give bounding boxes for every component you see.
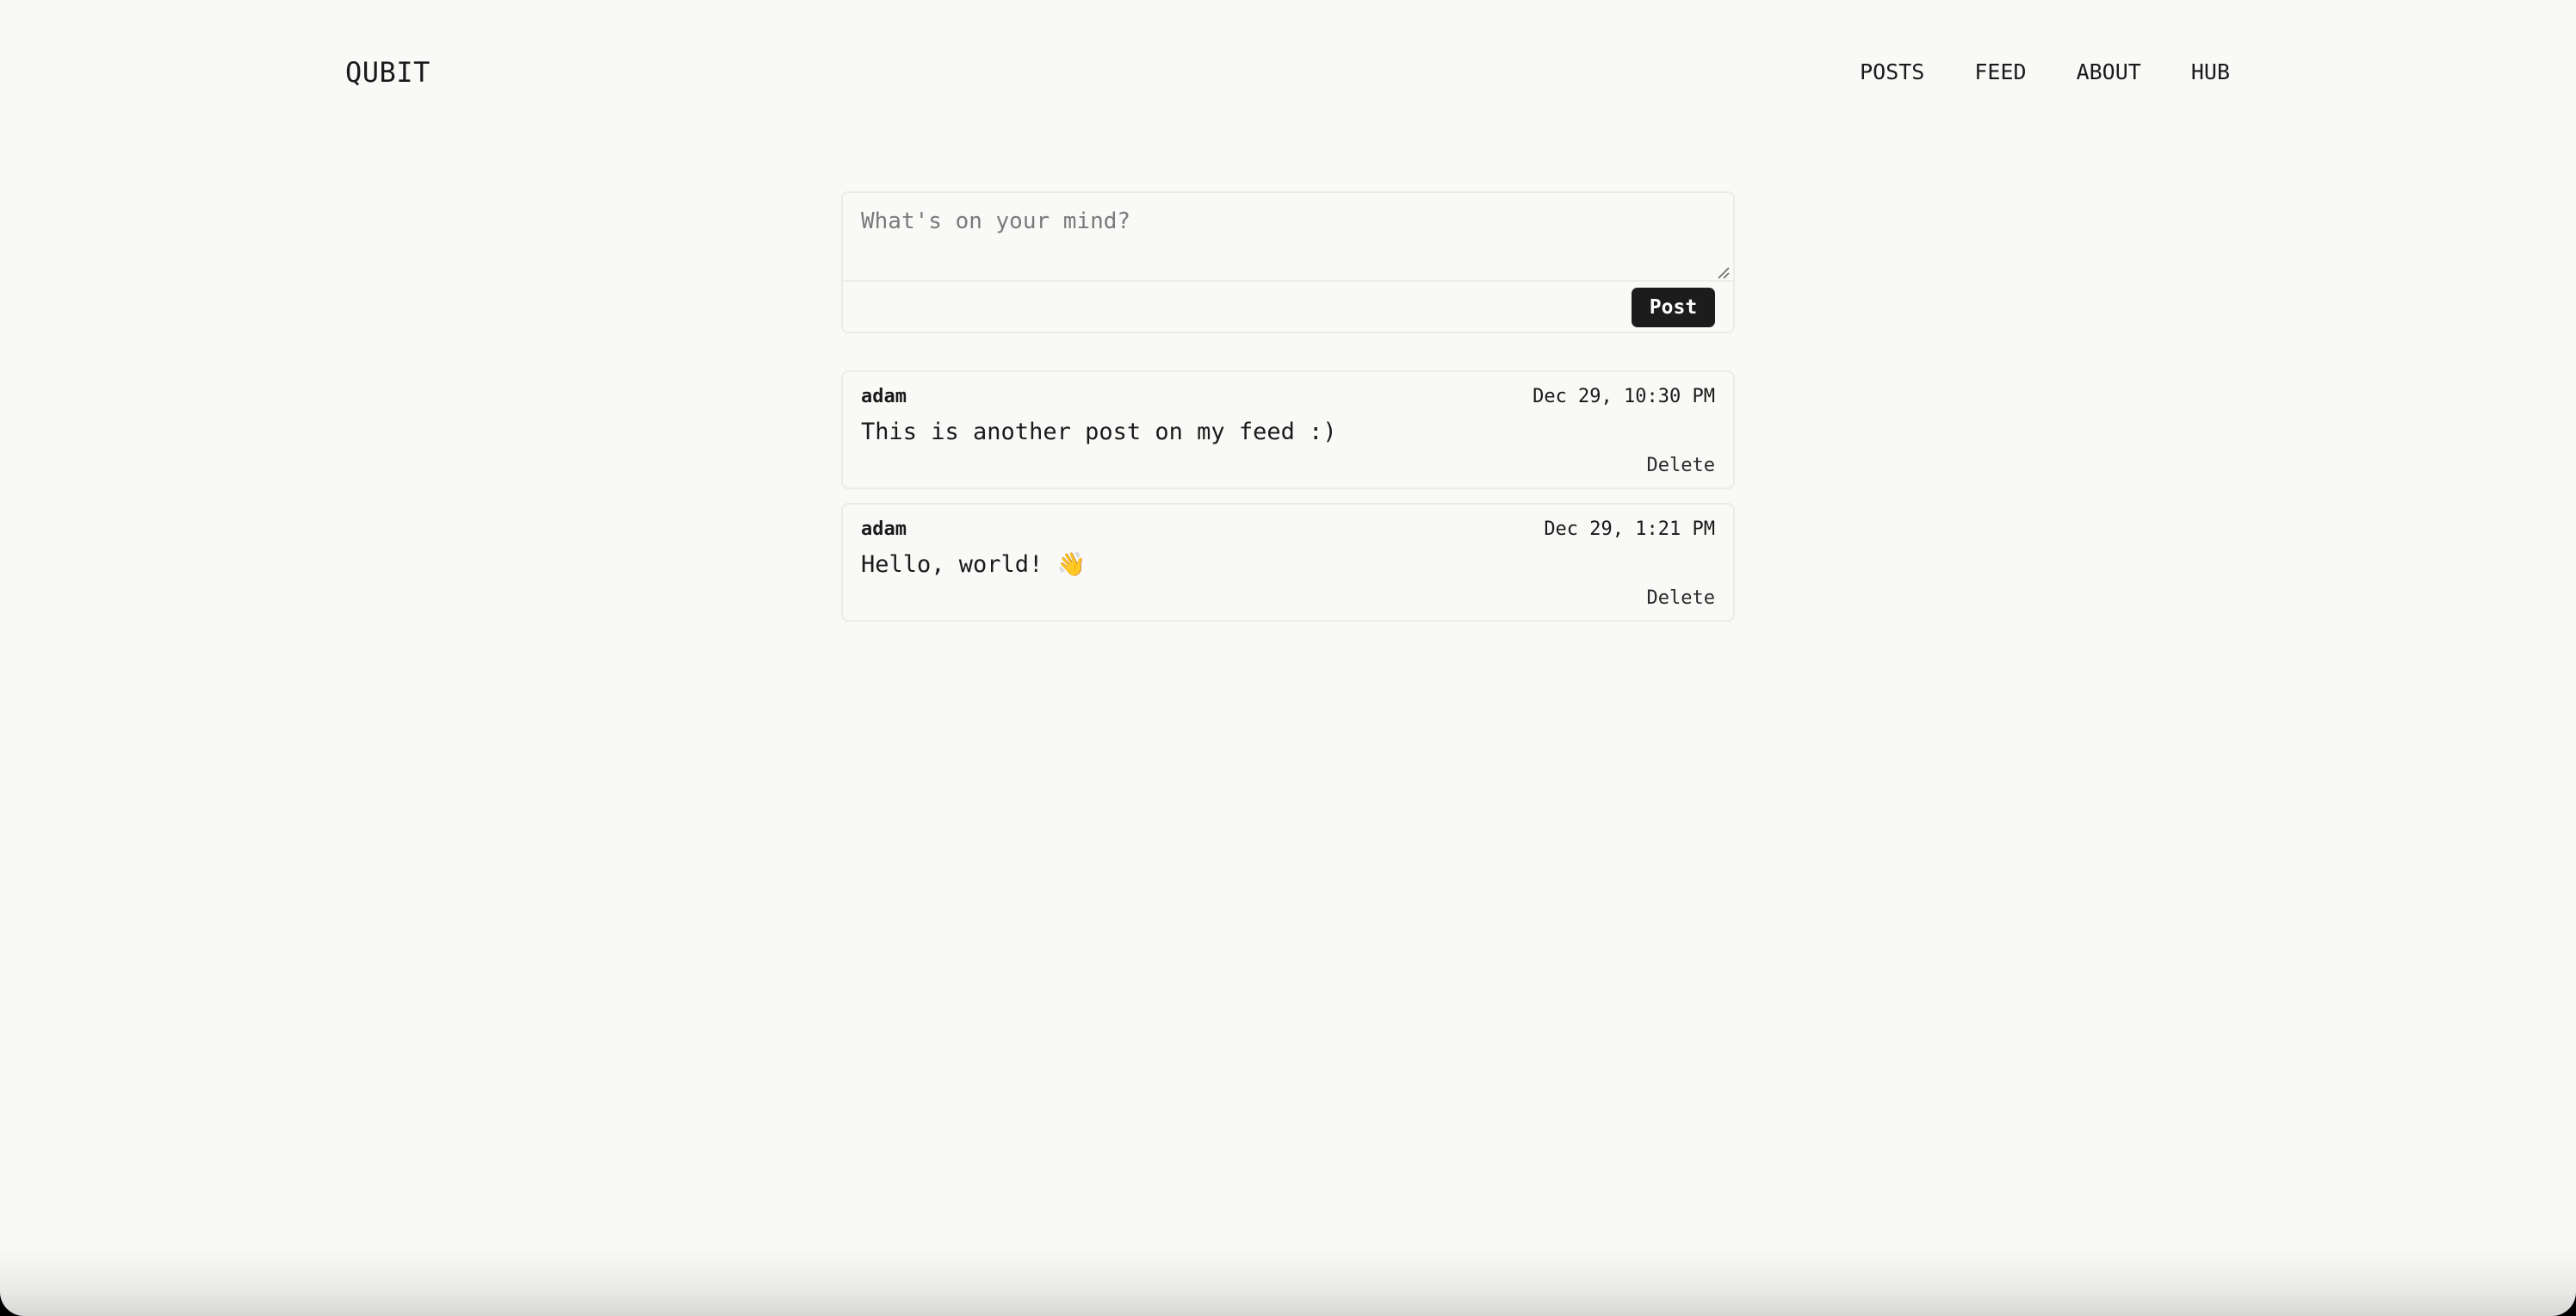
nav-link-posts[interactable]: POSTS xyxy=(1860,57,1924,88)
post-card: adam Dec 29, 1:21 PM Hello, world! 👋 Del… xyxy=(841,503,1735,622)
post-textarea[interactable] xyxy=(843,193,1733,282)
delete-post-button[interactable]: Delete xyxy=(1647,453,1715,479)
post-body: Hello, world! 👋 xyxy=(861,551,1087,578)
post-author: adam xyxy=(861,386,907,407)
nav-link-feed[interactable]: FEED xyxy=(1974,57,2026,88)
delete-post-button[interactable]: Delete xyxy=(1647,586,1715,611)
site-logo[interactable]: QUBIT xyxy=(345,55,430,90)
nav-link-hub[interactable]: HUB xyxy=(2191,57,2230,88)
window-bottom-shadow xyxy=(0,1247,2576,1316)
resize-handle-icon[interactable] xyxy=(1716,265,1730,279)
post-author: adam xyxy=(861,518,907,540)
browser-page: QUBIT POSTS FEED ABOUT HUB Post adam Dec… xyxy=(0,0,2576,1316)
post-body: This is another post on my feed :) xyxy=(861,419,1337,445)
post-composer: Post xyxy=(841,191,1735,333)
post-button[interactable]: Post xyxy=(1632,288,1715,327)
main-nav: POSTS FEED ABOUT HUB xyxy=(1860,57,2230,88)
post-timestamp: Dec 29, 1:21 PM xyxy=(1544,518,1715,540)
post-card: adam Dec 29, 10:30 PM This is another po… xyxy=(841,370,1735,489)
nav-link-about[interactable]: ABOUT xyxy=(2077,57,2141,88)
post-timestamp: Dec 29, 10:30 PM xyxy=(1533,386,1715,407)
